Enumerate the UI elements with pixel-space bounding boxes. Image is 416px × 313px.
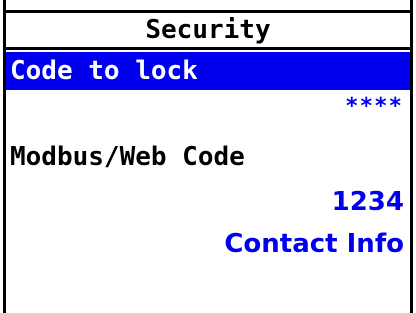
menu-item-contact-info[interactable]: Contact Info bbox=[6, 225, 410, 263]
device-screen: Security Code to lock **** Modbus/Web Co… bbox=[3, 0, 413, 313]
code-to-lock-value: **** bbox=[345, 94, 404, 119]
modbus-web-code-value: 1234 bbox=[331, 187, 404, 217]
menu-item-code-to-lock[interactable]: Code to lock bbox=[6, 52, 410, 90]
menu-item-modbus-web-code[interactable]: Modbus/Web Code bbox=[6, 138, 410, 176]
screen-title: Security bbox=[6, 10, 410, 50]
